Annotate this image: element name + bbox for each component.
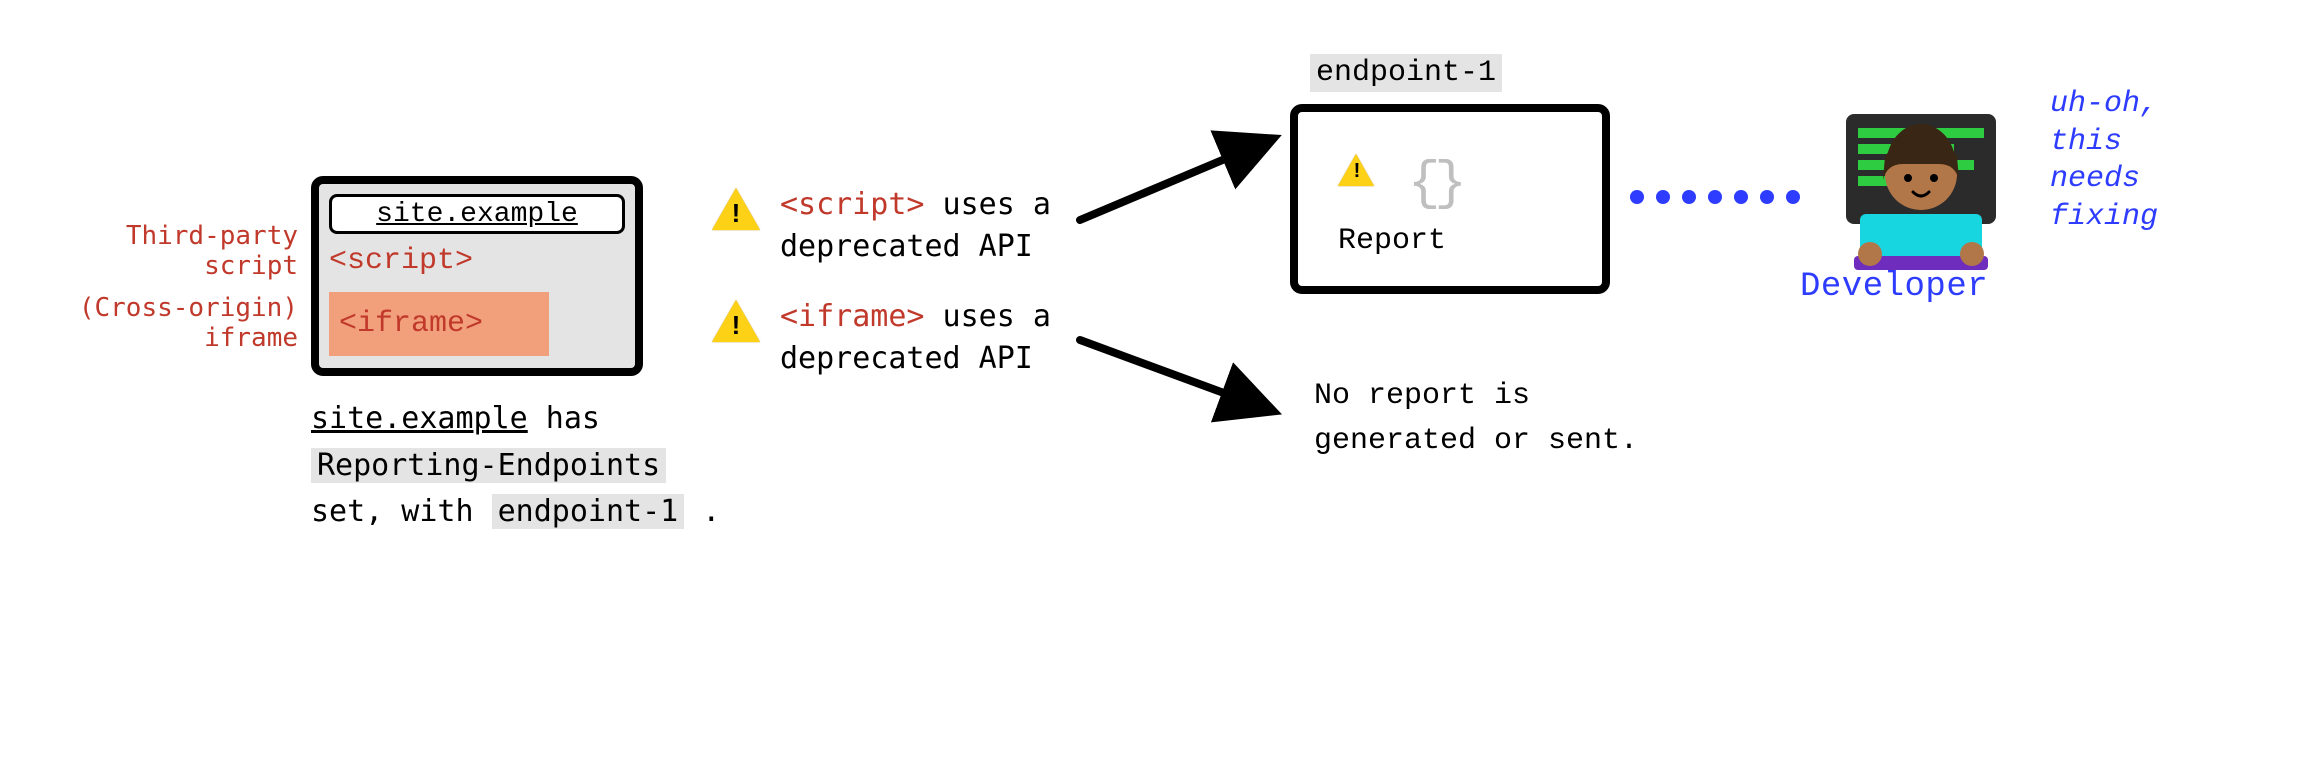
caption-header: Reporting-Endpoints [311,448,666,483]
iframe-tag-text: <iframe> [339,307,483,341]
report-text: Report [1338,224,1446,258]
report-box: {} Report [1290,104,1610,294]
thought-l2: this [2050,124,2250,162]
thought-l4: fixing [2050,199,2250,237]
thought-l1: uh-oh, [2050,86,2250,124]
annotation-cross-origin-iframe: (Cross-origin) iframe [60,294,298,354]
annotation-third-party-script: Third-party script [60,222,298,282]
thought-l3: needs [2050,161,2250,199]
msg2-line2: deprecated API [780,341,1033,376]
caption-set-with: set, with [311,494,492,529]
warning-icon [712,300,760,342]
annotation-line: script [60,252,298,282]
no-report-l2: generated or sent. [1314,419,1638,464]
msg2-rest: uses a [925,299,1051,334]
caption-site: site.example [311,401,528,436]
code-braces-icon: {} [1408,154,1461,215]
developer-label: Developer [1800,268,1988,306]
url-bar: site.example [329,194,625,234]
msg1-rest: uses a [925,187,1051,222]
no-report-text: No report is generated or sent. [1314,374,1638,464]
caption-has: has [528,401,600,436]
no-report-l1: No report is [1314,374,1638,419]
warning-icon [1338,154,1374,186]
browser-caption: site.example has Reporting-Endpoints set… [311,396,781,536]
url-text: site.example [376,199,578,230]
caption-endpoint: endpoint-1 [492,494,685,529]
annotation-line: (Cross-origin) [60,294,298,324]
script-tag-text: <script> [329,244,473,278]
warning-icon [712,188,760,230]
message-iframe-deprecated: <iframe> uses a deprecated API [780,296,1160,380]
msg1-code: <script> [780,187,925,222]
developer-thought: uh-oh, this needs fixing [2050,86,2250,236]
caption-period: . [684,494,720,529]
message-script-deprecated: <script> uses a deprecated API [780,184,1160,268]
annotation-line: Third-party [60,222,298,252]
endpoint-label: endpoint-1 [1310,54,1502,92]
iframe-box: <iframe> [329,292,549,356]
msg2-code: <iframe> [780,299,925,334]
annotation-line: iframe [60,324,298,354]
developer-avatar [1816,104,2036,279]
browser-window: site.example <script> <iframe> [311,176,643,376]
msg1-line2: deprecated API [780,229,1033,264]
dotted-connector [1630,190,1800,204]
